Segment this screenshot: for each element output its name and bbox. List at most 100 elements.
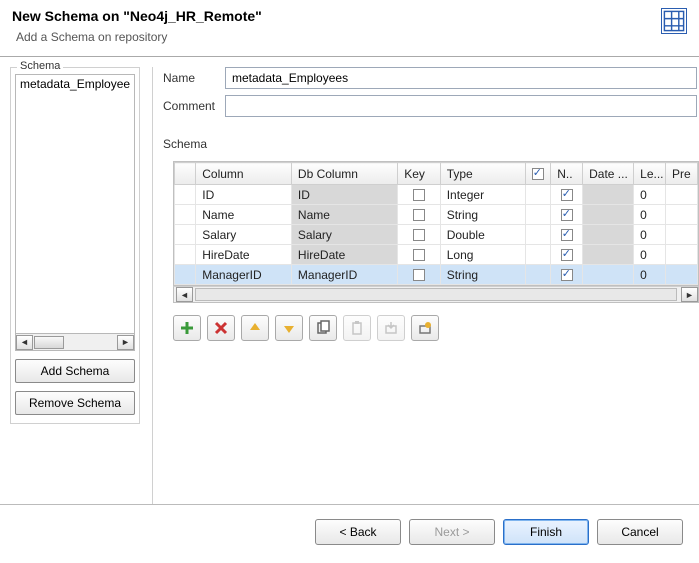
- cell-db[interactable]: Salary: [291, 225, 397, 245]
- scroll-thumb[interactable]: [34, 336, 64, 349]
- row-handle[interactable]: [175, 205, 196, 225]
- dialog-title: New Schema on "Neo4j_HR_Remote": [12, 8, 262, 24]
- cell-db[interactable]: ID: [291, 185, 397, 205]
- cell-date[interactable]: [583, 205, 634, 225]
- schema-section-legend: Schema: [163, 137, 699, 151]
- cell-le[interactable]: 0: [634, 265, 666, 285]
- add-row-button[interactable]: [173, 315, 201, 341]
- scroll-track[interactable]: [195, 288, 677, 301]
- copy-button[interactable]: [309, 315, 337, 341]
- header-type[interactable]: Type: [440, 163, 525, 185]
- cell-n[interactable]: [551, 205, 583, 225]
- cell-db[interactable]: ManagerID: [291, 265, 397, 285]
- scroll-left-icon[interactable]: ◄: [176, 287, 193, 302]
- header-n[interactable]: N..: [551, 163, 583, 185]
- move-up-button[interactable]: [241, 315, 269, 341]
- cell-key[interactable]: [398, 185, 441, 205]
- cell-blank: [525, 205, 551, 225]
- cell-db[interactable]: HireDate: [291, 245, 397, 265]
- cell-date[interactable]: [583, 265, 634, 285]
- cell-key[interactable]: [398, 205, 441, 225]
- cell-type[interactable]: Double: [440, 225, 525, 245]
- export-button[interactable]: [411, 315, 439, 341]
- cancel-button[interactable]: Cancel: [597, 519, 683, 545]
- schema-list[interactable]: metadata_Employee: [15, 74, 135, 334]
- cell-pre[interactable]: [666, 205, 698, 225]
- cell-date[interactable]: [583, 245, 634, 265]
- checkbox-icon[interactable]: [413, 189, 425, 201]
- back-button[interactable]: < Back: [315, 519, 401, 545]
- cell-le[interactable]: 0: [634, 225, 666, 245]
- cell-key[interactable]: [398, 225, 441, 245]
- cell-column[interactable]: HireDate: [196, 245, 292, 265]
- checkbox-icon[interactable]: [413, 209, 425, 221]
- checkbox-icon[interactable]: [561, 249, 573, 261]
- table-row[interactable]: ManagerIDManagerID String 0: [175, 265, 698, 285]
- scroll-right-icon[interactable]: ►: [117, 335, 134, 350]
- header-db[interactable]: Db Column: [291, 163, 397, 185]
- cell-n[interactable]: [551, 265, 583, 285]
- table-row[interactable]: NameName String 0: [175, 205, 698, 225]
- cell-column[interactable]: ManagerID: [196, 265, 292, 285]
- cell-pre[interactable]: [666, 185, 698, 205]
- row-handle[interactable]: [175, 225, 196, 245]
- cell-date[interactable]: [583, 225, 634, 245]
- cell-le[interactable]: 0: [634, 185, 666, 205]
- cell-pre[interactable]: [666, 265, 698, 285]
- name-input[interactable]: [225, 67, 697, 89]
- cell-date[interactable]: [583, 185, 634, 205]
- scroll-right-icon[interactable]: ►: [681, 287, 698, 302]
- table-row[interactable]: HireDateHireDate Long 0: [175, 245, 698, 265]
- header-checkbox[interactable]: [525, 163, 551, 185]
- import-button[interactable]: [377, 315, 405, 341]
- add-schema-button[interactable]: Add Schema: [15, 359, 135, 383]
- cell-type[interactable]: Long: [440, 245, 525, 265]
- cell-n[interactable]: [551, 245, 583, 265]
- scroll-left-icon[interactable]: ◄: [16, 335, 33, 350]
- cell-column[interactable]: Salary: [196, 225, 292, 245]
- cell-le[interactable]: 0: [634, 205, 666, 225]
- cell-type[interactable]: Integer: [440, 185, 525, 205]
- header-date[interactable]: Date ...: [583, 163, 634, 185]
- checkbox-icon[interactable]: [561, 209, 573, 221]
- cell-type[interactable]: String: [440, 265, 525, 285]
- cell-pre[interactable]: [666, 245, 698, 265]
- checkbox-icon[interactable]: [413, 249, 425, 261]
- cell-blank: [525, 245, 551, 265]
- schema-list-scrollbar[interactable]: ◄ ►: [15, 334, 135, 351]
- table-row[interactable]: SalarySalary Double 0: [175, 225, 698, 245]
- row-handle[interactable]: [175, 265, 196, 285]
- cell-pre[interactable]: [666, 225, 698, 245]
- check-icon[interactable]: [532, 168, 544, 180]
- paste-button[interactable]: [343, 315, 371, 341]
- cell-column[interactable]: Name: [196, 205, 292, 225]
- header-key[interactable]: Key: [398, 163, 441, 185]
- table-scrollbar[interactable]: ◄ ►: [173, 286, 699, 303]
- cell-column[interactable]: ID: [196, 185, 292, 205]
- cell-n[interactable]: [551, 225, 583, 245]
- cell-type[interactable]: String: [440, 205, 525, 225]
- row-handle[interactable]: [175, 185, 196, 205]
- cell-key[interactable]: [398, 265, 441, 285]
- table-row[interactable]: IDID Integer 0: [175, 185, 698, 205]
- comment-input[interactable]: [225, 95, 697, 117]
- cell-db[interactable]: Name: [291, 205, 397, 225]
- cell-n[interactable]: [551, 185, 583, 205]
- checkbox-icon[interactable]: [561, 229, 573, 241]
- row-handle[interactable]: [175, 245, 196, 265]
- finish-button[interactable]: Finish: [503, 519, 589, 545]
- delete-row-button[interactable]: [207, 315, 235, 341]
- checkbox-icon[interactable]: [561, 269, 573, 281]
- checkbox-icon[interactable]: [413, 229, 425, 241]
- cell-le[interactable]: 0: [634, 245, 666, 265]
- header-column[interactable]: Column: [196, 163, 292, 185]
- move-down-button[interactable]: [275, 315, 303, 341]
- header-pre[interactable]: Pre: [666, 163, 698, 185]
- schema-list-item[interactable]: metadata_Employee: [16, 75, 134, 93]
- next-button[interactable]: Next >: [409, 519, 495, 545]
- cell-key[interactable]: [398, 245, 441, 265]
- header-le[interactable]: Le...: [634, 163, 666, 185]
- checkbox-icon[interactable]: [561, 189, 573, 201]
- remove-schema-button[interactable]: Remove Schema: [15, 391, 135, 415]
- checkbox-icon[interactable]: [413, 269, 425, 281]
